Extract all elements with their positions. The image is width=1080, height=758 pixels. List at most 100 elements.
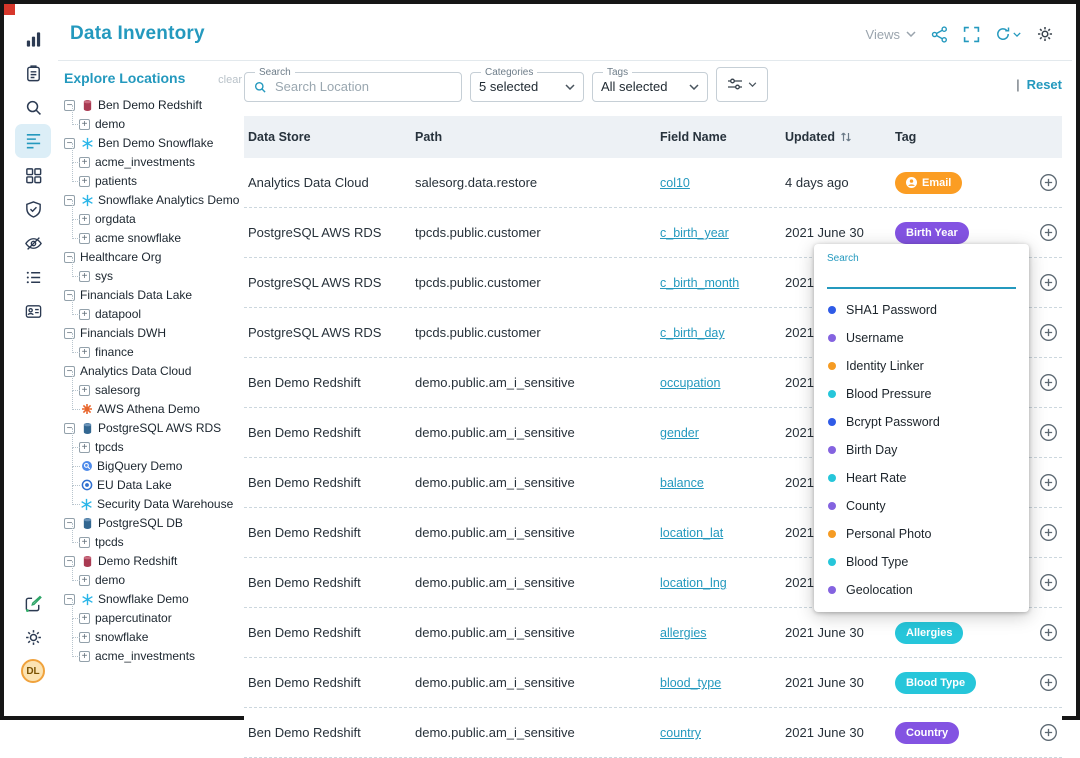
- collapse-toggle[interactable]: −: [64, 328, 75, 339]
- tag-option[interactable]: Bcrypt Password: [814, 408, 1029, 436]
- add-tag-button[interactable]: [1039, 273, 1058, 292]
- tree-node[interactable]: + acme snowflake: [68, 219, 242, 248]
- tree-node[interactable]: + patients: [68, 162, 242, 191]
- col-data-store[interactable]: Data Store: [244, 130, 411, 144]
- privacy-eye-off-icon[interactable]: [15, 226, 51, 260]
- tree-node[interactable]: − Snowflake Demo: [64, 590, 242, 609]
- collapse-toggle[interactable]: −: [64, 290, 75, 301]
- collapse-toggle[interactable]: −: [64, 423, 75, 434]
- apps-grid-icon[interactable]: [15, 158, 51, 192]
- tag-option[interactable]: Blood Pressure: [814, 380, 1029, 408]
- tag-option[interactable]: SHA1 Password: [814, 296, 1029, 324]
- tag-search-input[interactable]: [827, 265, 1016, 289]
- tree-node[interactable]: BigQuery Demo: [68, 447, 242, 476]
- expand-toggle[interactable]: +: [79, 271, 90, 282]
- tree-node[interactable]: − PostgreSQL AWS RDS: [64, 419, 242, 438]
- table-row[interactable]: Analytics Data Cloud salesorg.data.resto…: [244, 158, 1062, 208]
- refresh-dropdown[interactable]: [995, 26, 1021, 42]
- expand-toggle[interactable]: +: [79, 613, 90, 624]
- tree-node[interactable]: + demo: [68, 561, 242, 590]
- tag-option[interactable]: County: [814, 492, 1029, 520]
- table-row[interactable]: Ben Demo Redshift demo.public.am_i_sensi…: [244, 608, 1062, 658]
- views-dropdown[interactable]: Views: [866, 27, 916, 42]
- security-shield-icon[interactable]: [15, 192, 51, 226]
- field-name-link[interactable]: location_lat: [660, 526, 723, 540]
- tag-badge[interactable]: Country: [895, 721, 960, 744]
- expand-toggle[interactable]: +: [79, 651, 90, 662]
- compose-report-icon[interactable]: [15, 586, 51, 620]
- share-icon[interactable]: [931, 25, 948, 43]
- add-tag-button[interactable]: [1039, 373, 1058, 392]
- field-name-link[interactable]: gender: [660, 426, 699, 440]
- field-name-link[interactable]: location_lng: [660, 576, 727, 590]
- collapse-toggle[interactable]: −: [64, 138, 75, 149]
- categories-select[interactable]: Categories 5 selected: [470, 66, 584, 102]
- col-updated[interactable]: Updated: [781, 130, 891, 144]
- dashboard-icon[interactable]: [15, 22, 51, 56]
- tag-option[interactable]: Birth Day: [814, 436, 1029, 464]
- field-name-link[interactable]: c_birth_day: [660, 326, 725, 340]
- tree-node[interactable]: + salesorg: [68, 371, 242, 400]
- tree-node[interactable]: − Financials Data Lake: [64, 286, 242, 305]
- user-avatar[interactable]: DL: [15, 654, 51, 688]
- expand-toggle[interactable]: +: [79, 233, 90, 244]
- tree-node[interactable]: − Ben Demo Snowflake: [64, 134, 242, 153]
- advanced-filters-button[interactable]: [716, 66, 768, 102]
- tree-node[interactable]: + demo: [68, 105, 242, 134]
- table-row[interactable]: Ben Demo Redshift demo.public.am_i_sensi…: [244, 708, 1062, 758]
- expand-toggle[interactable]: +: [79, 575, 90, 586]
- collapse-toggle[interactable]: −: [64, 195, 75, 206]
- expand-toggle[interactable]: +: [79, 119, 90, 130]
- field-name-link[interactable]: col10: [660, 176, 690, 190]
- search-icon[interactable]: [15, 90, 51, 124]
- add-tag-button[interactable]: [1039, 723, 1058, 742]
- tree-node[interactable]: Security Data Warehouse: [68, 485, 242, 514]
- expand-toggle[interactable]: +: [79, 347, 90, 358]
- tree-node[interactable]: − Analytics Data Cloud: [64, 362, 242, 381]
- expand-toggle[interactable]: +: [79, 442, 90, 453]
- tags-select[interactable]: Tags All selected: [592, 66, 708, 102]
- reset-button[interactable]: Reset: [1027, 77, 1062, 92]
- tree-node[interactable]: − PostgreSQL DB: [64, 514, 242, 533]
- tree-node[interactable]: − Demo Redshift: [64, 552, 242, 571]
- collapse-toggle[interactable]: −: [64, 594, 75, 605]
- add-tag-button[interactable]: [1039, 523, 1058, 542]
- tree-node[interactable]: EU Data Lake: [68, 466, 242, 495]
- tree-node[interactable]: − Financials DWH: [64, 324, 242, 343]
- tag-option[interactable]: Identity Linker: [814, 352, 1029, 380]
- tag-badge[interactable]: Allergies: [895, 621, 964, 644]
- add-tag-button[interactable]: [1039, 573, 1058, 592]
- expand-toggle[interactable]: +: [79, 632, 90, 643]
- tasks-icon[interactable]: [15, 56, 51, 90]
- add-tag-button[interactable]: [1039, 473, 1058, 492]
- col-field-name[interactable]: Field Name: [656, 130, 781, 144]
- add-tag-button[interactable]: [1039, 673, 1058, 692]
- expand-toggle[interactable]: +: [79, 214, 90, 225]
- field-name-link[interactable]: country: [660, 726, 701, 740]
- tree-node[interactable]: + acme_investments: [68, 143, 242, 172]
- expand-toggle[interactable]: +: [79, 176, 90, 187]
- sort-icon[interactable]: [840, 131, 852, 143]
- clear-link[interactable]: clear: [218, 74, 242, 86]
- tag-option[interactable]: Personal Photo: [814, 520, 1029, 548]
- tree-node[interactable]: − Snowflake Analytics Demo: [64, 191, 242, 210]
- tree-node[interactable]: + sys: [68, 257, 242, 286]
- collapse-toggle[interactable]: −: [64, 100, 75, 111]
- tree-node[interactable]: + papercutinator: [68, 599, 242, 628]
- tree-node[interactable]: + orgdata: [68, 200, 242, 229]
- collapse-toggle[interactable]: −: [64, 556, 75, 567]
- table-row[interactable]: Ben Demo Redshift demo.public.am_i_sensi…: [244, 658, 1062, 708]
- tag-badge[interactable]: Email: [895, 171, 963, 194]
- tree-node[interactable]: + snowflake: [68, 618, 242, 647]
- tag-badge[interactable]: Blood Type: [895, 671, 977, 694]
- tree-node[interactable]: + tpcds: [68, 428, 242, 457]
- expand-toggle[interactable]: +: [79, 385, 90, 396]
- policies-list-icon[interactable]: [15, 260, 51, 294]
- tag-badge[interactable]: Birth Year: [895, 221, 969, 244]
- collapse-toggle[interactable]: −: [64, 518, 75, 529]
- field-name-link[interactable]: blood_type: [660, 676, 721, 690]
- field-name-link[interactable]: allergies: [660, 626, 707, 640]
- tag-option[interactable]: Geolocation: [814, 576, 1029, 604]
- field-name-link[interactable]: balance: [660, 476, 704, 490]
- tree-node[interactable]: − Healthcare Org: [64, 248, 242, 267]
